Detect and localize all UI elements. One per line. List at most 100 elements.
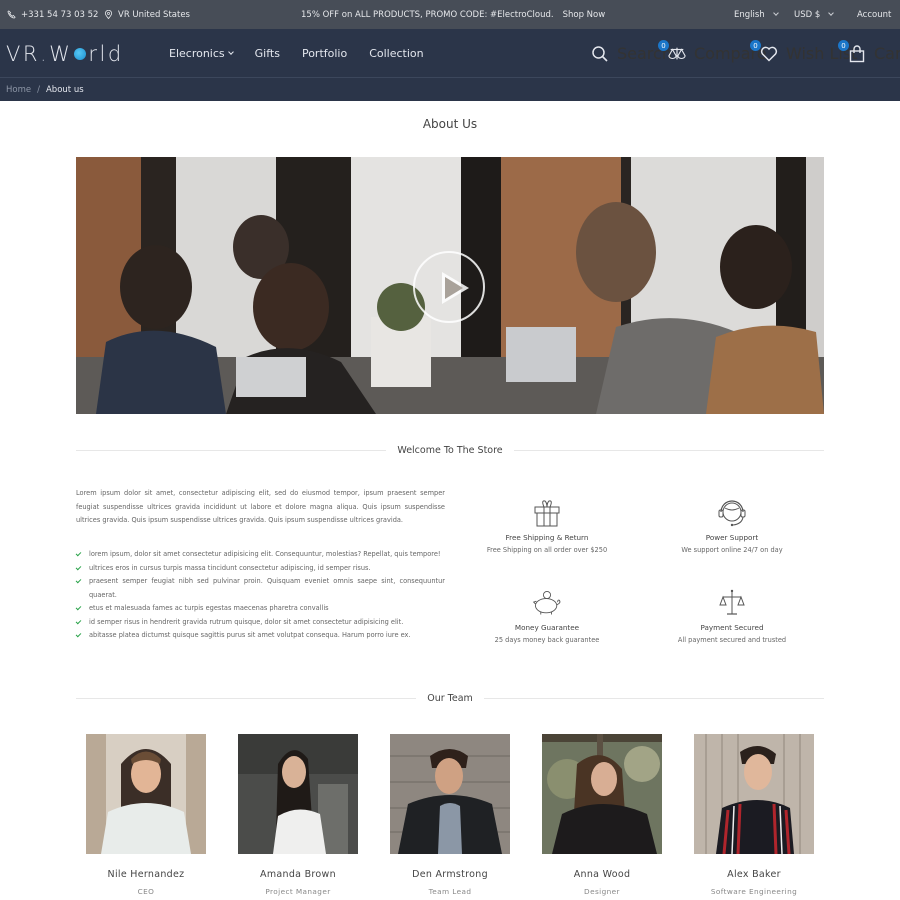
play-icon[interactable] xyxy=(413,251,485,323)
wishlist-button[interactable]: Wish List xyxy=(760,29,857,78)
divider xyxy=(76,697,417,699)
checklist-text: ultrices eros in cursus turpis massa tin… xyxy=(89,563,371,572)
check-icon xyxy=(75,604,82,611)
currency-selector[interactable]: USD $ xyxy=(794,0,835,29)
checklist-text: lorem ipsum, dolor sit amet consectetur … xyxy=(89,550,441,558)
account-link[interactable]: Account xyxy=(857,0,891,29)
member-photo xyxy=(390,734,510,854)
shopping-bag-icon xyxy=(849,44,865,62)
currency-value: USD $ xyxy=(794,9,821,20)
chevron-down-icon xyxy=(227,49,234,55)
team-member-card: Alex Baker Software Engineering xyxy=(684,734,824,896)
nav-item-gifts[interactable]: Gifts xyxy=(255,47,280,60)
site-logo[interactable]: VR. Wrld xyxy=(6,42,124,66)
member-role: Project Manager xyxy=(265,887,331,896)
divider xyxy=(76,449,387,451)
cart-button[interactable]: Cart xyxy=(848,29,900,78)
checklist-text: praesent semper feugiat nibh sed pulvina… xyxy=(89,577,445,599)
feature-description: Free Shipping on all order over $250 xyxy=(486,546,608,554)
team-section-title: Our Team xyxy=(76,691,825,705)
features-checklist: lorem ipsum, dolor sit amet consectetur … xyxy=(75,548,445,643)
headset-support-icon xyxy=(718,500,746,527)
checklist-text: etus et malesuada fames ac turpis egesta… xyxy=(89,604,329,612)
language-selector[interactable]: English xyxy=(734,0,779,29)
location-text: VR United States xyxy=(118,9,190,20)
search-button[interactable]: Search xyxy=(591,29,672,78)
nav-item-electronics[interactable]: Elecronics xyxy=(169,47,234,60)
welcome-section-title: Welcome To The Store xyxy=(76,443,825,457)
member-name: Amanda Brown xyxy=(260,869,336,880)
phone-number: +331 54 73 03 52 xyxy=(21,9,99,20)
checklist-item: etus et malesuada fames ac turpis egesta… xyxy=(75,602,445,616)
nav-label: Collection xyxy=(369,47,424,60)
about-video[interactable] xyxy=(76,157,824,414)
nav-item-collection[interactable]: Collection xyxy=(369,47,423,60)
page-title: About Us xyxy=(422,117,478,131)
promo-banner: 15% OFF on ALL PRODUCTS, PROMO CODE: #El… xyxy=(301,0,605,29)
feature-title: Power Support xyxy=(705,533,759,542)
feature-description: 25 days money back guarantee xyxy=(494,636,600,644)
checklist-item: abitasse platea dictumst quisque sagitti… xyxy=(75,629,445,643)
check-icon xyxy=(75,564,82,570)
language-value: English xyxy=(734,9,765,20)
main-header: VR. Wrld Elecronics Gifts Portfolio Colle… xyxy=(0,29,900,78)
divider xyxy=(483,697,825,699)
store-location[interactable]: VR United States xyxy=(104,0,190,29)
member-role: Team Lead xyxy=(428,887,472,896)
nav-item-portfolio[interactable]: Portfolio xyxy=(302,47,347,60)
piggy-bank-icon xyxy=(532,591,561,615)
team-member-card: Anna Wood Designer xyxy=(532,734,672,896)
search-icon xyxy=(592,45,608,62)
location-pin-icon xyxy=(104,10,113,19)
member-role: Designer xyxy=(584,887,620,896)
logo-text-w: W xyxy=(49,42,73,66)
team-member-card: Amanda Brown Project Manager xyxy=(228,734,368,896)
scales-compare-icon xyxy=(668,47,686,59)
breadcrumb: Home / About us xyxy=(0,78,900,101)
compare-button[interactable]: Compare xyxy=(668,29,767,78)
check-icon xyxy=(75,550,82,557)
breadcrumb-current: About us xyxy=(45,84,84,95)
member-photo xyxy=(238,734,358,854)
welcome-title-text: Welcome To The Store xyxy=(397,444,503,456)
divider xyxy=(513,449,825,451)
member-role: CEO xyxy=(137,887,155,896)
member-role: Software Engineering xyxy=(710,887,798,896)
feature-money-guarantee: Money Guarantee 25 days money back guara… xyxy=(452,588,642,644)
top-bar: +331 54 73 03 52 VR United States 15% OF… xyxy=(0,0,900,29)
main-nav: Elecronics Gifts Portfolio Collection xyxy=(169,29,424,78)
checklist-text: abitasse platea dictumst quisque sagitti… xyxy=(89,631,411,639)
check-icon xyxy=(75,618,82,624)
phone-contact[interactable]: +331 54 73 03 52 xyxy=(7,0,98,29)
phone-icon xyxy=(7,10,16,19)
chevron-down-icon xyxy=(828,10,835,16)
breadcrumb-home[interactable]: Home xyxy=(6,85,31,95)
breadcrumb-separator: / xyxy=(37,84,40,95)
feature-description: We support online 24/7 on day xyxy=(681,546,783,554)
chevron-down-icon xyxy=(772,10,779,16)
checklist-text: id semper risus in hendrerit gravida rut… xyxy=(89,617,404,626)
checklist-item: id semper risus in hendrerit gravida rut… xyxy=(75,616,445,630)
check-icon xyxy=(75,631,82,638)
member-photo xyxy=(542,734,662,854)
promo-text: 15% OFF on ALL PRODUCTS, PROMO CODE: #El… xyxy=(301,9,554,20)
shop-now-link[interactable]: Shop Now xyxy=(563,10,606,20)
team-member-card: Den Armstrong Team Lead xyxy=(380,734,520,896)
member-photo xyxy=(86,734,206,854)
logo-dot: . xyxy=(39,42,50,66)
member-name: Anna Wood xyxy=(573,869,631,880)
nav-label: Portfolio xyxy=(301,47,348,60)
feature-title: Free Shipping & Return xyxy=(505,533,589,542)
team-member-card: Nile Hernandez CEO xyxy=(76,734,216,896)
member-name: Nile Hernandez xyxy=(107,869,185,880)
account-label: Account xyxy=(857,9,892,20)
heart-icon xyxy=(760,46,778,62)
nav-label: Gifts xyxy=(254,47,280,60)
feature-title: Payment Secured xyxy=(700,623,764,632)
checklist-item: ultrices eros in cursus turpis massa tin… xyxy=(75,562,445,576)
logo-text-rld: rld xyxy=(88,42,124,66)
member-name: Alex Baker xyxy=(727,869,781,880)
cart-label: Cart xyxy=(874,44,900,63)
check-icon xyxy=(75,577,82,584)
feature-description: All payment secured and trusted xyxy=(677,636,787,644)
